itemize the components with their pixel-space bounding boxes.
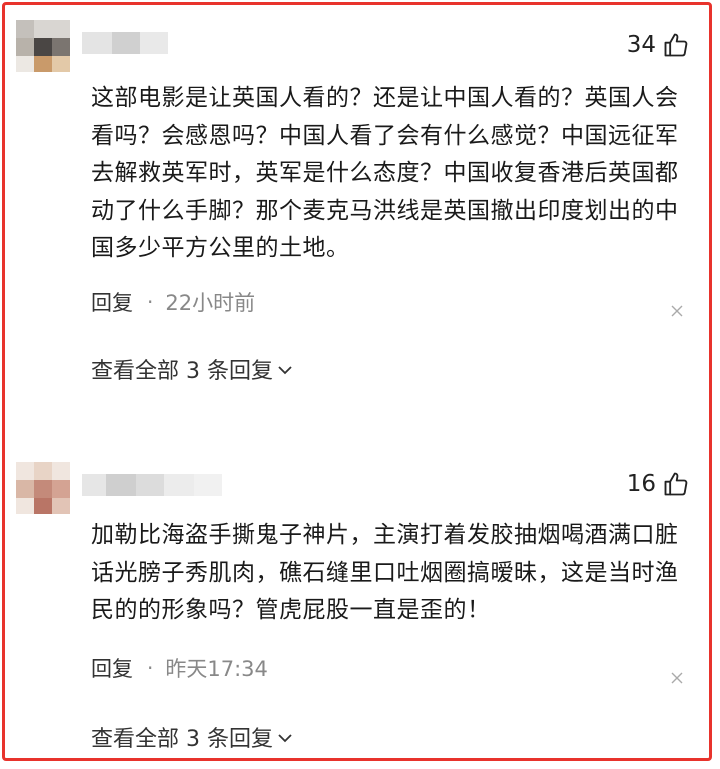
username-blurred[interactable] bbox=[82, 32, 168, 54]
comment-text: 加勒比海盗手撕鬼子神片，主演打着发胶抽烟喝酒满口脏话光膀子秀肌肉，礁石缝里口吐烟… bbox=[91, 522, 679, 623]
like-area[interactable]: 16 bbox=[627, 468, 690, 500]
avatar[interactable] bbox=[16, 20, 70, 72]
close-icon[interactable] bbox=[670, 671, 684, 685]
view-replies-link[interactable]: 查看全部 3 条回复 bbox=[91, 721, 293, 753]
view-replies-link[interactable]: 查看全部 3 条回复 bbox=[91, 353, 293, 385]
comment-meta: 回复 · 昨天17:34 bbox=[91, 653, 268, 683]
meta-separator: · bbox=[147, 290, 154, 314]
chevron-down-icon bbox=[278, 366, 292, 375]
like-count: 34 bbox=[626, 32, 656, 58]
like-count: 16 bbox=[626, 471, 656, 497]
meta-separator: · bbox=[147, 656, 154, 680]
view-replies-label: 查看全部 3 条回复 bbox=[91, 727, 273, 752]
thumbs-up-icon[interactable] bbox=[662, 470, 690, 498]
username-blurred[interactable] bbox=[82, 474, 222, 496]
avatar[interactable] bbox=[16, 462, 70, 514]
view-replies-label: 查看全部 3 条回复 bbox=[91, 359, 273, 384]
chevron-down-icon bbox=[278, 734, 292, 743]
thumbs-up-icon[interactable] bbox=[662, 31, 690, 59]
comment-time: 22小时前 bbox=[165, 291, 256, 315]
like-area[interactable]: 34 bbox=[627, 29, 690, 61]
reply-button[interactable]: 回复 bbox=[91, 287, 133, 317]
comment-text: 这部电影是让英国人看的？还是让中国人看的？英国人会看吗？会感恩吗？中国人看了会有… bbox=[91, 85, 679, 261]
comment-time: 昨天17:34 bbox=[165, 657, 268, 681]
comment-meta: 回复 · 22小时前 bbox=[91, 287, 255, 317]
close-icon[interactable] bbox=[670, 304, 684, 318]
reply-button[interactable]: 回复 bbox=[91, 653, 133, 683]
